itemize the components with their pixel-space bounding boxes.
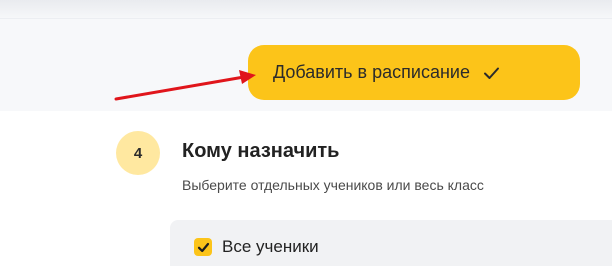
top-band bbox=[0, 0, 612, 18]
checkmark-icon bbox=[483, 67, 499, 79]
all-students-checkbox[interactable] bbox=[194, 238, 212, 256]
all-students-option[interactable]: Все ученики bbox=[194, 237, 319, 257]
checkbox-check-icon bbox=[197, 242, 209, 252]
step-number-badge: 4 bbox=[116, 131, 160, 175]
add-to-schedule-label: Добавить в расписание bbox=[273, 62, 470, 82]
all-students-label: Все ученики bbox=[222, 237, 319, 256]
step-description: Выберите отдельных учеников или весь кла… bbox=[182, 177, 484, 193]
step-title: Кому назначить bbox=[182, 140, 340, 162]
add-to-schedule-button[interactable]: Добавить в расписание bbox=[248, 45, 580, 100]
